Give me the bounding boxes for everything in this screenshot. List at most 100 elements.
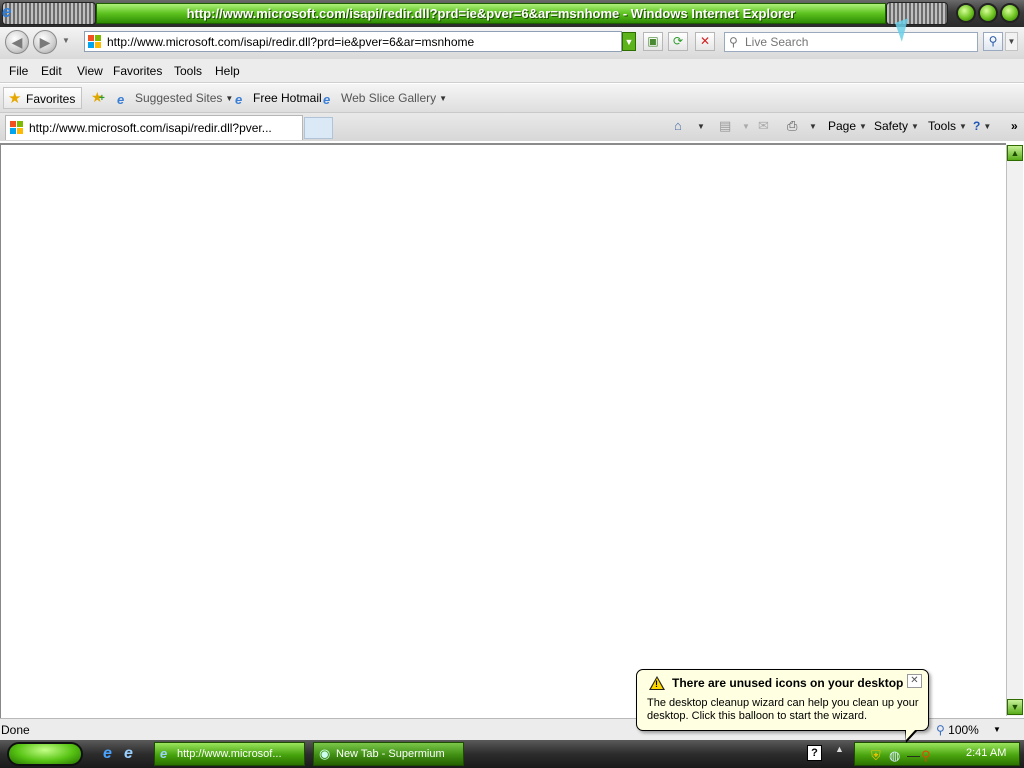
menu-help[interactable]: Help [215,64,240,78]
home-icon[interactable]: ⌂ [674,118,682,133]
favlink-label: Free Hotmail [253,91,322,105]
taskbar-item-supermium[interactable]: ◉ New Tab - Supermium [313,742,464,766]
menu-file[interactable]: File [9,64,28,78]
page-content[interactable] [0,143,1006,718]
ie-window: e http://www.microsoft.com/isapi/redir.d… [0,0,1024,768]
taskbar-item-label: http://www.microsof... [177,748,282,760]
favlink-label: Web Slice Gallery [341,91,437,105]
mail-icon[interactable]: ✉ [758,118,769,134]
refresh-button[interactable]: ⟳ [668,32,688,51]
search-button[interactable]: ⚲ [983,32,1003,51]
tab-label: http://www.microsoft.com/isapi/redir.dll… [29,121,272,135]
ie-page-icon: e [117,92,125,107]
start-button[interactable] [7,742,83,766]
ie-page-icon: e [323,92,331,107]
search-box[interactable]: ⚲ [724,32,978,52]
safety-menu-label: Safety [874,119,909,133]
chevron-down-icon: ▼ [959,122,967,131]
search-input[interactable] [745,35,965,49]
tab-row: http://www.microsoft.com/isapi/redir.dll… [0,113,1024,141]
feeds-icon[interactable]: ▤ [719,118,731,134]
favlink-web-slice-gallery[interactable]: e Web Slice Gallery ▼ [323,91,447,107]
minimize-button[interactable] [956,3,976,23]
chevron-down-icon: ▼ [859,122,867,131]
tray-expand-icon[interactable]: ▲ [835,744,844,754]
ie-logo-icon: e [160,746,168,761]
more-commands-chevron[interactable]: » [1011,119,1018,133]
chevron-down-icon[interactable]: ▼ [225,94,233,103]
favlink-label: Suggested Sites [135,91,223,105]
chevron-down-icon: ▼ [983,122,992,131]
address-bar[interactable]: http://www.microsoft.com/isapi/redir.dll… [84,31,622,52]
vertical-scrollbar[interactable]: ▲ ▼ [1006,145,1023,716]
feeds-dropdown-icon[interactable]: ▼ [742,122,750,131]
search-tray-icon[interactable]: ⚲ [921,749,931,763]
balloon-close-button[interactable]: ✕ [907,674,922,688]
forward-arrow-icon: ▶ [39,34,51,50]
compatibility-view-button[interactable]: ▣ [643,32,663,51]
search-icon: ⚲ [729,35,738,49]
title-bar[interactable]: e http://www.microsoft.com/isapi/redir.d… [0,0,1024,27]
taskbar-item-ie[interactable]: e http://www.microsof... [154,742,305,766]
search-options-dropdown[interactable]: ▼ [1005,32,1018,51]
magnifier-icon: ⚲ [988,34,998,48]
quicklaunch-ie-icon[interactable]: e [103,745,121,763]
zoom-level-button[interactable]: ⚲ 100% [936,723,979,737]
favlink-free-hotmail[interactable]: e Free Hotmail [235,91,322,107]
address-dropdown-button[interactable]: ▼ [622,32,636,51]
menu-edit[interactable]: Edit [41,64,62,78]
maximize-button[interactable] [978,3,998,23]
help-tray-icon[interactable]: ? [807,745,822,761]
status-text: Done [1,723,30,737]
chevron-down-icon[interactable]: ▼ [439,94,447,103]
security-shield-icon[interactable]: ⛨ [871,749,881,763]
zoom-dropdown-icon[interactable]: ▼ [993,725,1001,734]
address-url[interactable]: http://www.microsoft.com/isapi/redir.dll… [107,35,474,49]
scroll-down-button[interactable]: ▼ [1007,699,1023,715]
window-title: http://www.microsoft.com/isapi/redir.dll… [96,3,886,24]
safety-menu[interactable]: Safety ▼ [874,119,919,133]
favorites-bar: ★ Favorites ★ + e Suggested Sites ▼ e Free H… [0,84,1024,113]
tools-menu[interactable]: Tools ▼ [928,119,967,133]
print-dropdown-icon[interactable]: ▼ [809,122,817,131]
menu-tools[interactable]: Tools [174,64,202,78]
menu-favorites[interactable]: Favorites [113,64,162,78]
page-menu[interactable]: Page ▼ [828,119,867,133]
add-to-favorites-bar-icon[interactable]: ★ + [91,89,105,106]
favlink-suggested-sites[interactable]: e Suggested Sites ▼ [117,91,233,107]
tab-active[interactable]: http://www.microsoft.com/isapi/redir.dll… [5,115,303,140]
recent-pages-dropdown-icon[interactable]: ▼ [62,36,70,45]
new-tab-button[interactable] [304,117,333,139]
tools-menu-label: Tools [928,119,957,133]
help-circle-icon: ? [973,119,981,133]
stop-button[interactable]: ✕ [695,32,715,51]
page-menu-label: Page [828,119,857,133]
menu-bar: File Edit View Favorites Tools Help [0,59,1024,83]
chevron-down-icon: ▼ [911,122,919,131]
address-toolbar: ◀ ▶ ▼ http://www.microsoft.com/isapi/red… [0,27,1024,59]
windows-logo-icon [88,35,102,49]
balloon-tail-fill [906,729,916,740]
home-dropdown-icon[interactable]: ▼ [697,122,705,131]
supermium-icon: ◉ [319,746,331,761]
menu-view[interactable]: View [77,64,103,78]
network-icon[interactable]: ◍ [889,749,900,763]
favorites-button[interactable]: ★ Favorites [3,87,82,109]
volume-icon[interactable]: — [907,749,920,763]
notification-balloon[interactable]: ! There are unused icons on your desktop… [636,669,929,731]
quicklaunch-desktop-icon[interactable]: e [124,745,142,763]
back-arrow-icon: ◀ [11,34,23,50]
balloon-title: There are unused icons on your desktop [672,676,904,690]
close-window-button[interactable] [1000,3,1020,23]
taskbar-item-label: New Tab - Supermium [336,748,445,760]
help-menu[interactable]: ? ▼ [973,119,991,133]
print-icon[interactable]: ⎙ [787,118,797,134]
scroll-up-button[interactable]: ▲ [1007,145,1023,161]
taskbar-clock[interactable]: 2:41 AM [966,747,1006,759]
ie-logo-icon[interactable]: e [2,3,20,21]
back-button[interactable]: ◀ [5,30,29,54]
ie-page-icon: e [235,92,243,107]
taskbar: e e e http://www.microsof... ◉ New Tab -… [0,740,1024,768]
forward-button[interactable]: ▶ [33,30,57,54]
warning-exclamation: ! [655,679,658,689]
